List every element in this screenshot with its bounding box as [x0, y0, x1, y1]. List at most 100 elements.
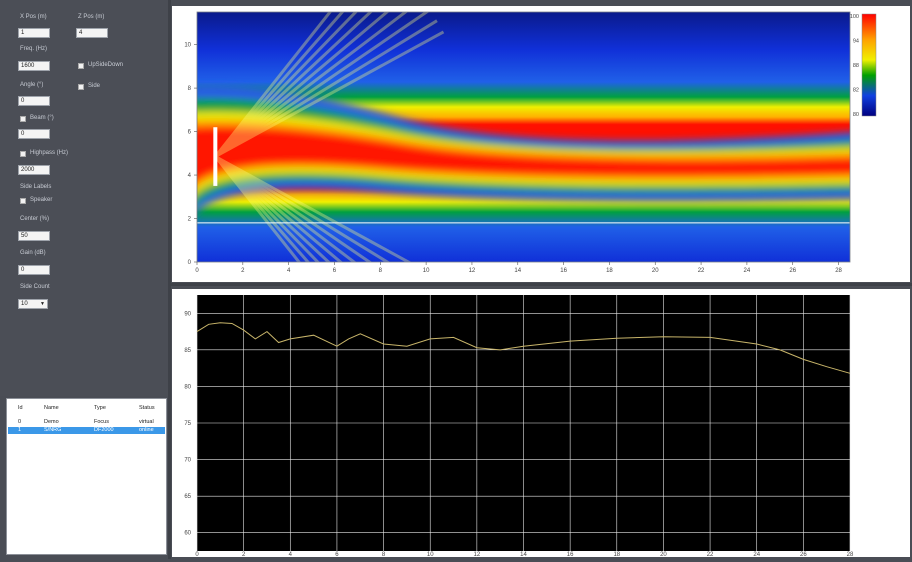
x-tick-label: 14	[514, 268, 521, 274]
row-type: DF2000	[94, 427, 114, 433]
side-checkbox[interactable]	[78, 84, 84, 90]
highpass-label: Highpass (Hz)	[30, 150, 69, 156]
z-pos-input[interactable]: 4	[76, 28, 108, 38]
x-tick-label: 6	[333, 268, 337, 274]
x-tick-label: 20	[660, 552, 667, 557]
x-tick-label: 4	[289, 552, 293, 557]
y-tick-label: 0	[188, 260, 192, 266]
colorbar-tick-label: 94	[853, 39, 859, 45]
y-tick-label: 90	[184, 311, 191, 317]
x-pos-input[interactable]: 1	[18, 28, 50, 38]
horizontal-splitter[interactable]	[171, 283, 912, 286]
line-chart-canvas[interactable]: 0 2 4 6 8 10 12 14 16 18 20 22 24 26 2890858075706560	[172, 289, 910, 558]
colorbar-tick-label: 88	[853, 63, 859, 69]
x-tick-label: 6	[335, 552, 339, 557]
y-tick-label: 80	[184, 384, 191, 390]
x-tick-label: 16	[560, 268, 567, 274]
gain-label: Gain (dB)	[20, 250, 46, 256]
x-tick-label: 24	[753, 552, 760, 557]
y-tick-label: 75	[184, 421, 191, 427]
x-tick-label: 8	[382, 552, 386, 557]
sound-field-heatmap[interactable]: 0 2 4 6 8 10 12 14 16 18 20 22 24 26 28 0 2 4 6 8 10 100 94 88…	[172, 6, 910, 282]
row-status: online	[139, 427, 154, 433]
x-tick-label: 28	[835, 268, 842, 274]
x-tick-label: 18	[613, 552, 620, 557]
vertical-splitter[interactable]	[168, 0, 171, 559]
side-count-select[interactable]: 10 ▼	[18, 299, 48, 309]
side-count-label: Side Count	[20, 284, 50, 290]
x-tick-label: 18	[606, 268, 613, 274]
header-status[interactable]: Status	[139, 405, 155, 411]
x-tick-label: 14	[520, 552, 527, 557]
source-list[interactable]: Id Name Type Status 0 Demo Focus virtual…	[6, 398, 167, 555]
colorbar	[861, 13, 877, 117]
freq-input[interactable]: 1600	[18, 61, 50, 71]
row-id: 0	[18, 419, 22, 425]
side-count-value: 10	[21, 301, 28, 307]
y-tick-label: 2	[188, 217, 192, 223]
speaker-label: Speaker	[30, 197, 53, 203]
y-tick-label: 6	[188, 130, 192, 136]
x-pos-label: X Pos (m)	[20, 14, 47, 20]
row-id: 1	[18, 427, 22, 433]
header-name[interactable]: Name	[44, 405, 59, 411]
x-tick-label: 0	[195, 552, 199, 557]
x-tick-label: 28	[847, 552, 854, 557]
speaker-marker[interactable]	[213, 127, 218, 186]
y-tick-label: 70	[184, 458, 191, 464]
gain-input[interactable]: 0	[18, 265, 50, 275]
chevron-down-icon: ▼	[40, 301, 45, 307]
level-line-chart[interactable]: 0 2 4 6 8 10 12 14 16 18 20 22 24 26 28 90 85 80 75 70 65 60	[172, 289, 910, 558]
x-tick-label: 24	[744, 268, 751, 274]
upsidedown-label: UpSideDown	[88, 62, 124, 68]
x-tick-label: 2	[242, 552, 246, 557]
y-tick-label: 4	[188, 173, 192, 179]
x-tick-label: 26	[800, 552, 807, 557]
y-tick-label: 85	[184, 348, 191, 354]
list-header: Id Name Type Status	[8, 405, 165, 412]
side-label: Side	[88, 83, 101, 89]
x-tick-label: 0	[195, 268, 199, 274]
x-tick-label: 10	[423, 268, 430, 274]
x-tick-label: 12	[474, 552, 481, 557]
colorbar-tick-label: 82	[853, 88, 859, 94]
beam-checkbox[interactable]	[20, 116, 26, 122]
x-tick-label: 10	[427, 552, 434, 557]
speaker-checkbox[interactable]	[20, 198, 26, 204]
heatmap-canvas[interactable]: 0 2 4 6 8 10 12 14 16 18 20 22 24 26 280246810 1009488…	[172, 6, 910, 282]
row-name: Demo	[44, 419, 59, 425]
header-id[interactable]: Id	[18, 405, 23, 411]
beam-input[interactable]: 0	[18, 129, 50, 139]
side-labels-label: Side Labels	[20, 184, 52, 190]
heatmap-plot-area	[197, 12, 850, 262]
row-type: Focus	[94, 419, 109, 425]
highpass-checkbox[interactable]	[20, 151, 26, 157]
row-name: S/NRG	[44, 427, 62, 433]
x-tick-label: 4	[287, 268, 291, 274]
center-input[interactable]: 50	[18, 231, 50, 241]
x-tick-label: 22	[707, 552, 714, 557]
header-type[interactable]: Type	[94, 405, 106, 411]
x-tick-label: 16	[567, 552, 574, 557]
beam-label: Beam (°)	[30, 115, 54, 121]
row-status: virtual	[139, 419, 154, 425]
control-panel: X Pos (m) 1 Z Pos (m) 4 Freq. (Hz) 1600 …	[0, 0, 170, 396]
x-tick-label: 22	[698, 268, 705, 274]
colorbar-tick-label: 100	[850, 14, 859, 20]
y-tick-label: 65	[184, 494, 191, 500]
list-item[interactable]: 1 S/NRG DF2000 online	[8, 427, 165, 434]
x-tick-label: 8	[379, 268, 383, 274]
highpass-input[interactable]: 2000	[18, 165, 50, 175]
angle-input[interactable]: 0	[18, 96, 50, 106]
freq-label: Freq. (Hz)	[20, 46, 47, 52]
list-item[interactable]: 0 Demo Focus virtual	[8, 419, 165, 426]
x-tick-label: 12	[469, 268, 476, 274]
colorbar-ticks: 100 94 88 82 80	[850, 14, 859, 118]
z-pos-label: Z Pos (m)	[78, 14, 105, 20]
upsidedown-checkbox[interactable]	[78, 63, 84, 69]
x-tick-label: 20	[652, 268, 659, 274]
y-tick-label: 10	[184, 43, 191, 49]
angle-label: Angle (°)	[20, 82, 44, 88]
colorbar-tick-label: 80	[853, 112, 859, 118]
x-tick-label: 26	[789, 268, 796, 274]
